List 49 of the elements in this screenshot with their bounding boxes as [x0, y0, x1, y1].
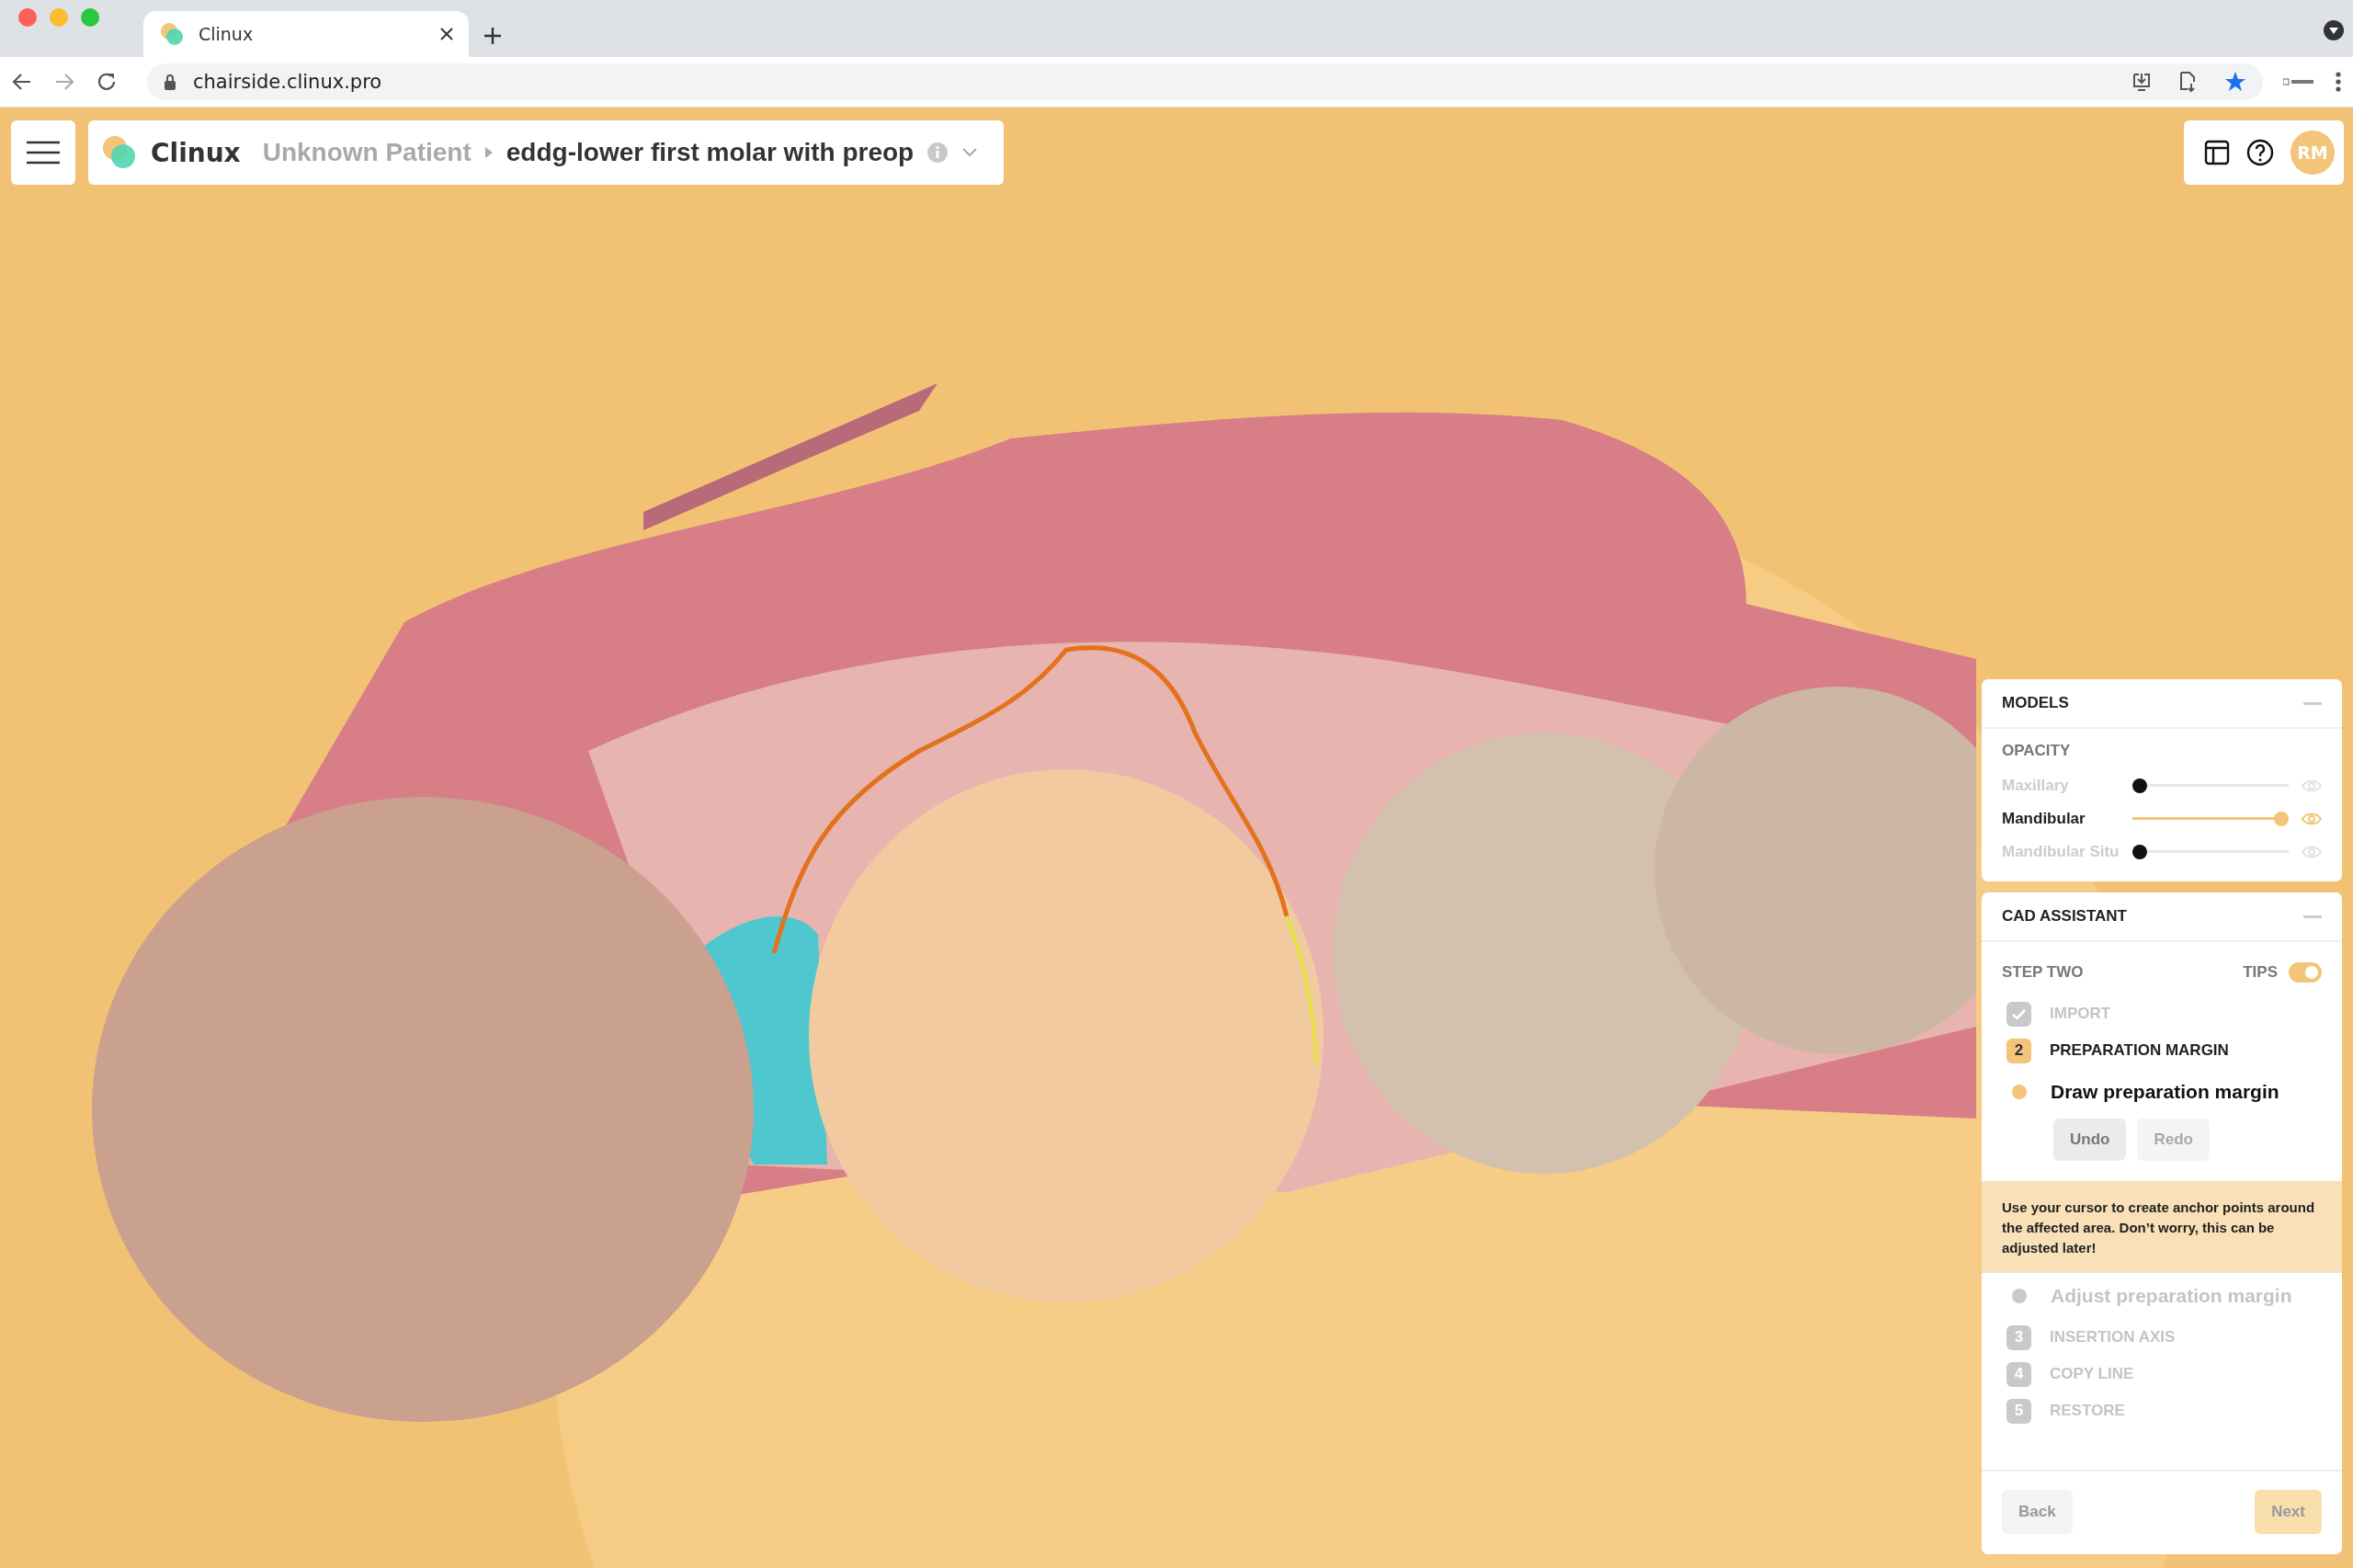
panel-title: MODELS: [2002, 694, 2069, 712]
step-title: COPY LINE: [2050, 1365, 2134, 1383]
browser-tab[interactable]: Clinux: [143, 11, 469, 57]
opacity-slider[interactable]: [2132, 778, 2289, 793]
step-title: RESTORE: [2050, 1402, 2125, 1420]
menu-button[interactable]: [11, 120, 75, 185]
chevron-down-icon[interactable]: [961, 147, 979, 158]
close-window-button[interactable]: [18, 8, 37, 27]
brand-name: Clinux: [151, 137, 241, 168]
bookmark-star-icon[interactable]: [2224, 71, 2246, 93]
lock-icon: [164, 74, 176, 90]
tips-label: TIPS: [2243, 963, 2278, 982]
model-name: Mandibular: [2002, 810, 2086, 828]
slider-thumb[interactable]: [2132, 845, 2147, 859]
case-title: eddg-lower first molar with preop: [506, 138, 915, 167]
logo-icon: [160, 22, 184, 46]
user-avatar[interactable]: RM: [2290, 131, 2335, 175]
extension-icon[interactable]: [2283, 75, 2314, 88]
tip-message: Use your cursor to create anchor points around the affected area. Don’t worry, this can be adjusted later!: [1982, 1181, 2342, 1273]
help-icon[interactable]: [2246, 139, 2274, 166]
step-title: IMPORT: [2050, 1005, 2111, 1023]
reload-icon[interactable]: [96, 71, 118, 93]
step-number: 2: [2006, 1038, 2031, 1063]
panel-title: CAD ASSISTANT: [2002, 907, 2127, 926]
action-button[interactable]: Undo: [2053, 1119, 2127, 1161]
layout-icon[interactable]: [2204, 140, 2230, 165]
next-button[interactable]: Next: [2255, 1490, 2322, 1534]
tab-title: Clinux: [199, 24, 255, 44]
back-button[interactable]: Back: [2002, 1490, 2073, 1534]
more-options-icon[interactable]: [2335, 71, 2342, 93]
download-icon[interactable]: [2131, 71, 2153, 93]
substep-title: Adjust preparation margin: [2051, 1285, 2292, 1307]
logo-icon: [101, 134, 138, 171]
tab-menu-icon[interactable]: [2324, 20, 2344, 40]
slider-thumb[interactable]: [2274, 812, 2289, 826]
url-text: chairside.clinux.pro: [193, 71, 383, 93]
opacity-slider[interactable]: [2132, 812, 2289, 826]
address-field[interactable]: chairside.clinux.pro: [147, 63, 2263, 100]
step-label: STEP TWO: [2002, 963, 2084, 982]
menu-icon: [26, 141, 61, 165]
chevron-right-icon: [483, 146, 494, 159]
step-title: INSERTION AXIS: [2050, 1328, 2176, 1346]
patient-link[interactable]: Unknown Patient: [262, 138, 472, 167]
step-title: PREPARATION MARGIN: [2050, 1041, 2229, 1060]
substep-title: Draw preparation margin: [2051, 1081, 2279, 1103]
opacity-slider[interactable]: [2132, 845, 2289, 859]
slider-thumb[interactable]: [2132, 778, 2147, 793]
section-label: OPACITY: [2002, 742, 2072, 760]
tips-toggle[interactable]: [2289, 962, 2322, 983]
